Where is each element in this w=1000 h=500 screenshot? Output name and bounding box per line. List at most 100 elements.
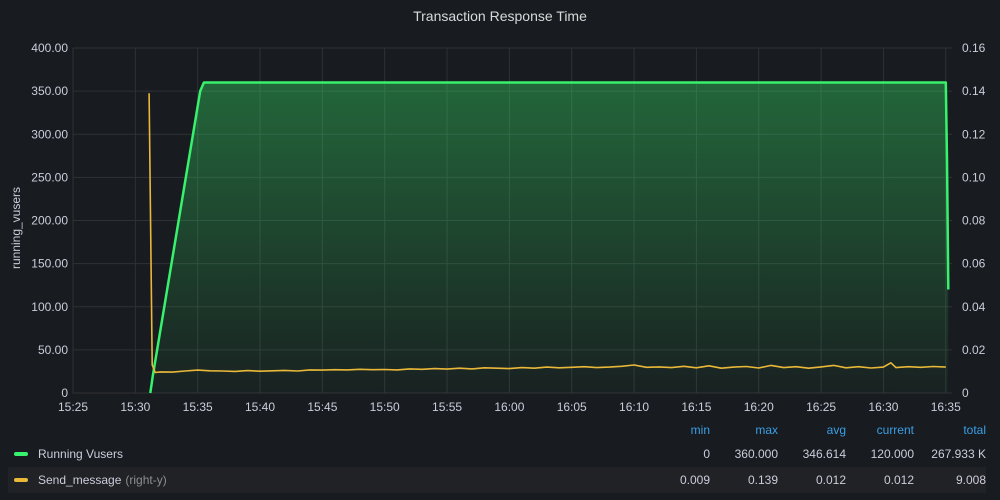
y-tick-label-right: 0 [962,386,969,400]
data-point-send-message [945,367,946,368]
legend-header-avg[interactable]: avg [778,423,846,437]
x-tick-label: 16:25 [806,400,836,414]
data-point-send-message [634,364,635,365]
legend-axis-note: (right-y) [125,473,167,487]
legend-series-name[interactable]: Running Vusers [8,447,642,461]
x-tick-label: 16:35 [931,400,961,414]
legend-value-min: 0.009 [679,473,710,487]
data-point-running-vusers [150,392,151,393]
data-point-send-message [708,365,709,366]
data-point-send-message [883,367,884,368]
data-point-running-vusers [946,160,947,161]
x-tick-label: 16:00 [494,400,524,414]
data-point-send-message [197,370,198,371]
y-tick-label-right: 0.12 [962,127,986,141]
x-tick-label: 15:45 [307,400,337,414]
data-point-send-message [446,369,447,370]
data-point-send-message [152,364,153,365]
data-point-send-message [584,366,585,367]
legend-series-label[interactable]: Running Vusers [38,447,123,461]
data-point-send-message [658,366,659,367]
data-point-send-message [920,367,921,368]
y-tick-label-right: 0.04 [962,300,986,314]
x-tick-label: 15:55 [432,400,462,414]
data-point-send-message [259,371,260,372]
x-tick-label: 15:35 [183,400,213,414]
data-point-send-message [247,370,248,371]
data-point-send-message [858,366,859,367]
data-point-send-message [434,368,435,369]
data-point-send-message [372,369,373,370]
legend-row-running-vusers[interactable]: Running Vusers 0 360.000 346.614 120.000… [8,441,986,467]
legend-value-current: 0.012 [883,473,914,487]
data-point-send-message [521,367,522,368]
y-tick-label-right: 0.02 [962,343,986,357]
data-point-send-message [808,368,809,369]
legend-header-max[interactable]: max [710,423,778,437]
y-axis-label-left: running_vusers [9,187,23,269]
data-point-send-message [890,362,891,363]
x-tick-label: 16:20 [744,400,774,414]
legend-header-total[interactable]: total [914,423,986,437]
y-tick-label-right: 0.08 [962,214,986,228]
data-point-send-message [683,366,684,367]
data-point-send-message [309,369,310,370]
data-point-send-message [534,368,535,369]
data-point-send-message [933,366,934,367]
data-point-send-message [796,366,797,367]
data-point-running-vusers [945,82,946,83]
data-point-send-message [758,367,759,368]
legend-series-label[interactable]: Send_message [38,473,121,487]
y-tick-label-left: 150.00 [31,257,68,271]
y-tick-label-left: 200.00 [31,214,68,228]
x-tick-label: 15:50 [370,400,400,414]
data-point-send-message [172,372,173,373]
data-point-send-message [559,367,560,368]
data-point-send-message [746,366,747,367]
x-tick-label: 16:30 [868,400,898,414]
data-point-send-message [496,368,497,369]
data-point-send-message [397,369,398,370]
data-point-send-message [284,370,285,371]
y-tick-label-left: 50.00 [38,343,68,357]
y-tick-label-left: 300.00 [31,127,68,141]
data-point-send-message [771,365,772,366]
chart-area[interactable]: 0 50.00 100.00 150.00 200.00 250.00 300.00 350.… [0,0,1000,420]
legend-header-min[interactable]: min [642,423,710,437]
series-layer [148,81,950,394]
x-tick-label: 16:15 [681,400,711,414]
y-tick-label-left: 250.00 [31,170,68,184]
data-point-send-message [210,370,211,371]
data-point-send-message [422,369,423,370]
data-point-send-message [384,369,385,370]
legend-value-max: 0.139 [747,473,778,487]
data-point-send-message [546,367,547,368]
data-point-running-vusers [948,289,949,290]
y-tick-label-right: 0.16 [962,41,986,55]
legend-header-current[interactable]: current [846,423,914,437]
series-color-swatch[interactable] [14,478,28,482]
data-point-send-message [609,367,610,368]
x-tick-label: 15:40 [245,400,275,414]
y-tick-label-left: 350.00 [31,84,68,98]
x-tick-label: 16:10 [619,400,649,414]
data-point-send-message [149,93,150,94]
legend-series-name[interactable]: Send_message (right-y) [8,473,642,487]
series-color-swatch[interactable] [14,452,28,456]
y-tick-label-right: 0.14 [962,84,986,98]
x-tick-label: 15:25 [58,400,88,414]
legend-row-send-message[interactable]: Send_message (right-y) 0.009 0.139 0.012… [8,467,986,493]
data-point-send-message [409,368,410,369]
data-point-send-message [733,367,734,368]
legend-value-max: 360.000 [734,447,778,461]
data-point-send-message [646,367,647,368]
data-point-send-message [821,366,822,367]
legend-value-current: 120.000 [870,447,914,461]
y-tick-label-right: 0.06 [962,257,986,271]
data-point-send-message [484,367,485,368]
y-tick-label-left: 0 [61,386,68,400]
x-tick-label: 15:30 [120,400,150,414]
data-point-send-message [160,371,161,372]
legend-value-min: 0 [703,447,710,461]
legend-value-avg: 346.614 [802,447,846,461]
